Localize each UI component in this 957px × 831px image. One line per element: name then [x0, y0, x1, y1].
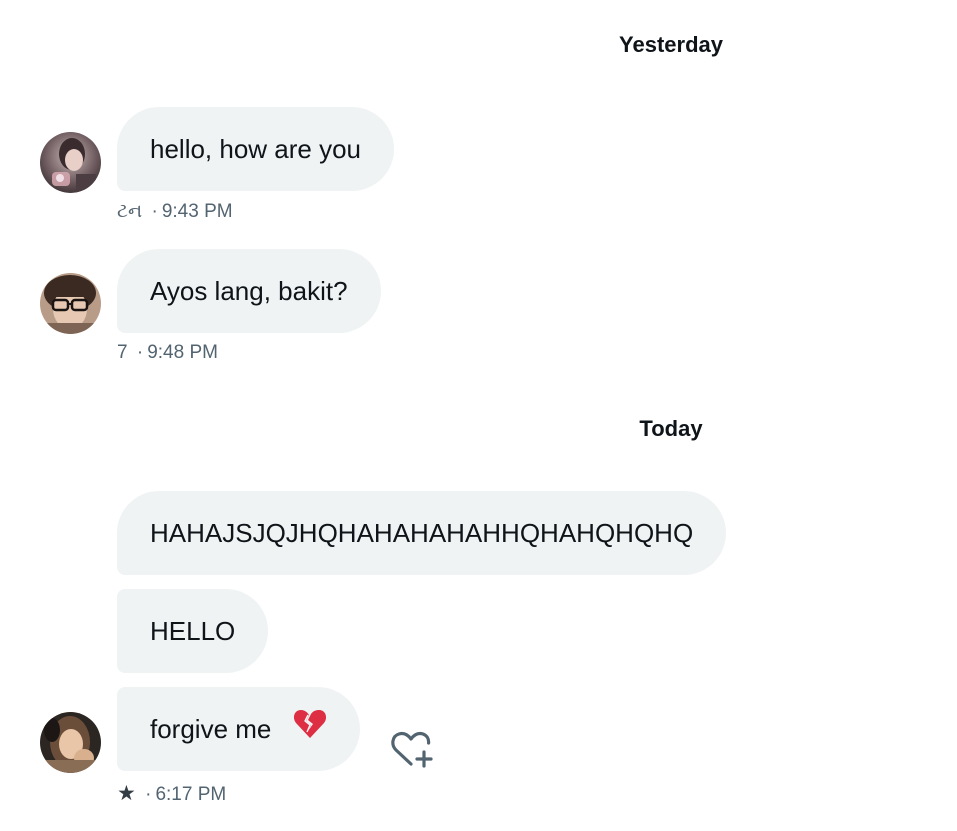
message-text: HAHAJSJQJHQHAHAHAHAHHQHAHQHQHQ: [150, 518, 694, 548]
message-bubble[interactable]: hello, how are you: [117, 107, 395, 191]
avatar-photo-3: [40, 712, 101, 773]
message-time: 9:43 PM: [161, 201, 233, 222]
message-text: forgive me: [150, 714, 272, 744]
message-bubble[interactable]: Ayos lang, bakit?: [117, 249, 381, 333]
message-meta: ★ · 6:17 PM: [117, 781, 226, 806]
message-text: hello, how are you: [150, 134, 362, 164]
add-reaction-button[interactable]: [390, 728, 436, 770]
meta-dot: ·: [151, 201, 158, 222]
broken-heart-icon: [293, 689, 327, 773]
message-meta-prefix: ટન: [117, 201, 143, 222]
day-separator-label: Yesterday: [619, 32, 723, 57]
message-time: 6:17 PM: [155, 784, 227, 805]
avatar[interactable]: [40, 273, 101, 334]
message-text: HELLO: [150, 616, 236, 646]
day-separator-yesterday: Yesterday: [0, 32, 957, 58]
message-bubble[interactable]: HELLO: [117, 589, 269, 673]
avatar[interactable]: [40, 132, 101, 193]
message-meta: 7 · 9:48 PM: [117, 342, 218, 364]
meta-dot: ·: [145, 784, 152, 805]
star-icon: ★: [117, 782, 136, 805]
avatar-photo-1: [40, 132, 101, 193]
meta-dot: ·: [136, 342, 144, 363]
message-bubble[interactable]: forgive me: [117, 687, 360, 771]
day-separator-today: Today: [0, 416, 957, 442]
message-meta: ટન · 9:43 PM: [117, 201, 233, 223]
message-bubble[interactable]: HAHAJSJQJHQHAHAHAHAHHQHAHQHQHQ: [117, 491, 727, 575]
avatar-photo-2: [40, 273, 101, 334]
avatar[interactable]: [40, 712, 101, 773]
message-text: Ayos lang, bakit?: [150, 276, 348, 306]
heart-plus-icon: [391, 731, 433, 768]
day-separator-label: Today: [639, 416, 703, 441]
message-time: 9:48 PM: [147, 342, 218, 363]
message-meta-prefix: 7: [117, 342, 128, 363]
